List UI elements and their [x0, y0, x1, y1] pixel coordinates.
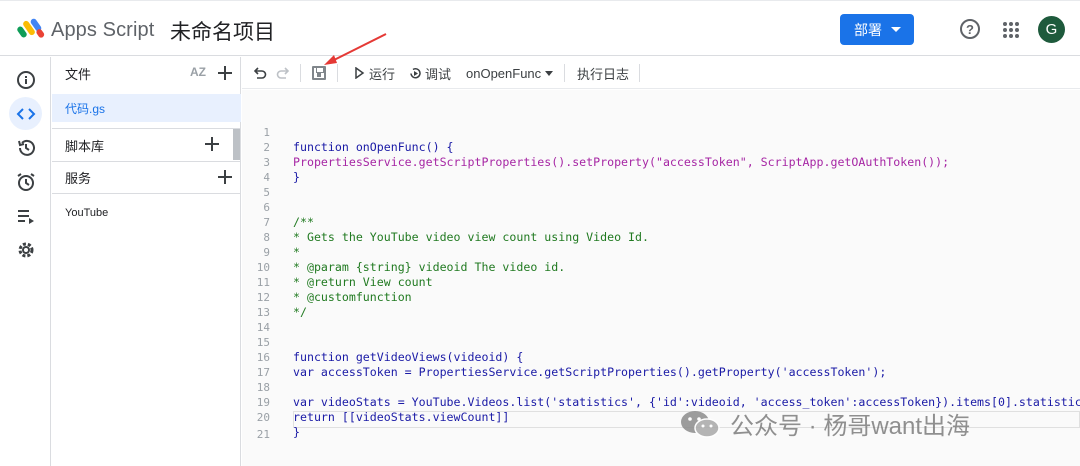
debug-icon — [410, 67, 421, 78]
rail-overview[interactable] — [9, 63, 42, 96]
code-line: 12 */ — [242, 275, 1080, 319]
divider — [639, 64, 640, 82]
function-select[interactable]: onOpenFunc — [466, 57, 554, 89]
code-line: 15 function getVideoViews(videoid) { — [242, 320, 1080, 364]
rail-executions[interactable] — [9, 199, 42, 232]
code-line: 16 var accessToken = PropertiesService.g… — [242, 335, 1080, 379]
chevron-down-icon — [891, 27, 901, 32]
rail-triggers[interactable] — [9, 165, 42, 198]
divider — [52, 193, 241, 194]
divider — [564, 64, 565, 82]
file-item-label: 代码.gs — [65, 101, 106, 116]
files-header-label: 文件 — [65, 66, 92, 82]
executions-icon — [17, 209, 34, 224]
history-icon — [17, 139, 35, 156]
scrollbar-thumb[interactable] — [233, 129, 240, 160]
code-line: 7 * Gets the YouTube video view count us… — [242, 200, 1080, 244]
project-title[interactable]: 未命名项目 — [170, 16, 275, 46]
add-library-icon[interactable] — [205, 137, 219, 151]
libraries-header-label: 脚本库 — [65, 138, 105, 154]
function-select-value: onOpenFunc — [466, 65, 542, 81]
code-line: 13 — [242, 290, 1080, 319]
deploy-button[interactable]: 部署 — [840, 14, 914, 45]
service-item-youtube[interactable]: YouTube — [65, 207, 108, 219]
code-line: 18 var videoStats = YouTube.Videos.list(… — [242, 365, 1080, 409]
code-line: 11 * @customfunction — [242, 260, 1080, 304]
code-line: 14 — [242, 305, 1080, 334]
code-line: 17 — [242, 350, 1080, 379]
services-header: 服务 — [52, 161, 241, 193]
help-icon[interactable]: ? — [960, 19, 980, 39]
debug-button-label: 调试 — [425, 66, 452, 82]
files-panel: 文件 AZ 代码.gs 脚本库 服务 YouTube — [52, 57, 241, 466]
code-line: 3 } — [242, 140, 1080, 184]
code-line: 10 * @return View count — [242, 245, 1080, 289]
undo-button[interactable] — [252, 57, 267, 89]
deploy-button-label: 部署 — [854, 21, 882, 38]
wechat-logo-icon — [681, 410, 720, 438]
gear-icon — [18, 242, 33, 257]
add-service-icon[interactable] — [218, 170, 232, 184]
annotation-arrow-icon — [324, 33, 387, 65]
undo-icon — [253, 66, 267, 79]
app-name[interactable]: Apps Script — [51, 19, 154, 42]
code-line: 19 return [[videoStats.viewCount]] — [242, 380, 1080, 424]
execution-log-label: 执行日志 — [577, 66, 630, 82]
avatar[interactable]: G — [1038, 16, 1065, 43]
watermark: 公众号 · 杨哥want出海 — [678, 406, 970, 441]
google-apps-icon[interactable] — [1003, 22, 1019, 38]
code-line: 6 /** — [242, 185, 1080, 229]
file-item-code-gs[interactable]: 代码.gs — [52, 94, 241, 122]
code-text: } — [293, 425, 300, 439]
code-line: 1 function onOpenFunc() { — [242, 110, 1080, 154]
execution-log-button[interactable]: 执行日志 — [577, 57, 629, 89]
debug-button[interactable]: 调试 — [408, 57, 451, 89]
code-line: 9 * @param {string} videoid The video id… — [242, 230, 1080, 274]
rail-history[interactable] — [9, 131, 42, 164]
services-header-label: 服务 — [65, 170, 92, 186]
add-file-icon[interactable] — [218, 66, 232, 80]
left-rail — [0, 57, 51, 466]
chevron-down-icon — [545, 70, 554, 76]
alarm-clock-icon — [16, 172, 35, 191]
rail-editor[interactable] — [9, 97, 42, 130]
sort-az-icon[interactable]: AZ — [190, 65, 206, 79]
divider — [300, 64, 301, 82]
code-line: 2 PropertiesService.getScriptProperties(… — [242, 125, 1080, 169]
code-line: 4 — [242, 155, 1080, 184]
top-bar: Apps Script 未命名项目 部署 ? G — [0, 0, 1080, 56]
watermark-text: 公众号 · 杨哥want出海 — [730, 413, 971, 440]
apps-script-logo[interactable] — [17, 17, 45, 39]
files-header: 文件 — [52, 57, 241, 89]
rail-settings[interactable] — [9, 233, 42, 266]
code-line: 8 * — [242, 215, 1080, 259]
code-line: 5 — [242, 170, 1080, 199]
line-number: 21 — [256, 428, 270, 441]
redo-button[interactable] — [276, 57, 291, 89]
code-icon — [16, 107, 35, 120]
redo-icon — [276, 66, 290, 79]
info-icon — [16, 70, 35, 89]
